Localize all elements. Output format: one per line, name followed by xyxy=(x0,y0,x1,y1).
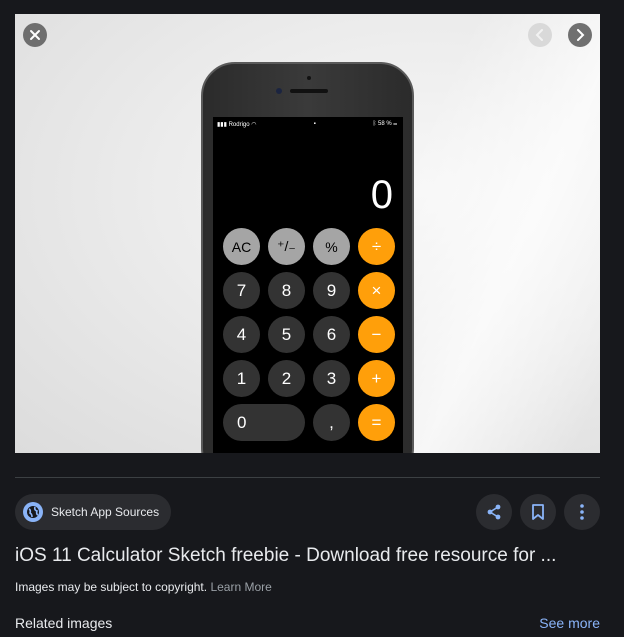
calc-key[interactable]: 2 xyxy=(268,360,305,397)
status-bar: ▮▮▮ Rodrigo ◠ ▪ ᛒ 58 % ▭ xyxy=(217,119,397,129)
chevron-left-icon xyxy=(535,29,543,41)
source-label: Sketch App Sources xyxy=(51,505,160,519)
calc-key[interactable]: ⁺/₋ xyxy=(268,228,305,265)
phone-mockup: ▮▮▮ Rodrigo ◠ ▪ ᛒ 58 % ▭ 0 AC ⁺/₋% ÷ 7 8 9 × 4 5… xyxy=(201,62,414,453)
previous-image-button[interactable] xyxy=(528,23,552,47)
more-vert-icon xyxy=(580,504,584,520)
chevron-right-icon xyxy=(577,29,585,41)
calc-key[interactable]: 6 xyxy=(313,316,350,353)
related-images-heading: Related images xyxy=(15,615,113,631)
calc-key[interactable]: % xyxy=(313,228,350,265)
share-icon xyxy=(487,504,501,520)
signal-icon: ▮▮▮ xyxy=(217,121,227,128)
copyright-notice: Images may be subject to copyright. Lear… xyxy=(15,580,272,594)
calc-key[interactable]: = xyxy=(358,404,395,441)
calc-key[interactable]: ÷ xyxy=(358,228,395,265)
carrier-name: Rodrigo xyxy=(228,121,250,128)
earpiece-speaker xyxy=(290,89,328,93)
copyright-text: Images may be subject to copyright. xyxy=(15,580,208,594)
calc-key[interactable]: 3 xyxy=(313,360,350,397)
calc-key[interactable]: 5 xyxy=(268,316,305,353)
divider xyxy=(15,477,600,478)
bookmark-icon xyxy=(532,504,544,520)
calc-key[interactable]: 7 xyxy=(223,272,260,309)
wifi-icon: ◠ xyxy=(251,121,257,128)
front-camera xyxy=(276,88,282,94)
close-icon xyxy=(30,30,40,40)
share-button[interactable] xyxy=(476,494,512,530)
result-title[interactable]: iOS 11 Calculator Sketch freebie - Downl… xyxy=(15,545,615,567)
lock-icon: ▪ xyxy=(313,121,316,127)
calc-key[interactable]: AC xyxy=(223,228,260,265)
calc-key[interactable]: 8 xyxy=(268,272,305,309)
calc-key[interactable]: × xyxy=(358,272,395,309)
battery-icon: ▭ xyxy=(393,121,397,127)
image-viewer: ▮▮▮ Rodrigo ◠ ▪ ᛒ 58 % ▭ 0 AC ⁺/₋% ÷ 7 8 9 × 4 5… xyxy=(15,14,600,453)
calc-key[interactable]: + xyxy=(358,360,395,397)
calc-key[interactable]: , xyxy=(313,404,350,441)
more-options-button[interactable] xyxy=(564,494,600,530)
calc-key[interactable]: 9 xyxy=(313,272,350,309)
calculator-display: 0 xyxy=(370,173,393,217)
globe-icon xyxy=(23,502,43,522)
calculator-screen: ▮▮▮ Rodrigo ◠ ▪ ᛒ 58 % ▭ 0 AC ⁺/₋% ÷ 7 8 9 × 4 5… xyxy=(213,117,403,453)
learn-more-link[interactable]: Learn More xyxy=(210,580,271,594)
calc-key[interactable]: 0 xyxy=(223,404,305,441)
next-image-button[interactable] xyxy=(568,23,592,47)
calc-key[interactable]: 1 xyxy=(223,360,260,397)
calc-key[interactable]: − xyxy=(358,316,395,353)
see-more-link[interactable]: See more xyxy=(539,615,600,631)
close-button[interactable] xyxy=(23,23,47,47)
bluetooth-icon: ᛒ xyxy=(372,121,377,127)
save-button[interactable] xyxy=(520,494,556,530)
battery-percent: 58 % xyxy=(378,121,392,127)
source-chip[interactable]: Sketch App Sources xyxy=(15,494,172,530)
calc-key[interactable]: 4 xyxy=(223,316,260,353)
phone-top-bezel xyxy=(203,64,412,119)
